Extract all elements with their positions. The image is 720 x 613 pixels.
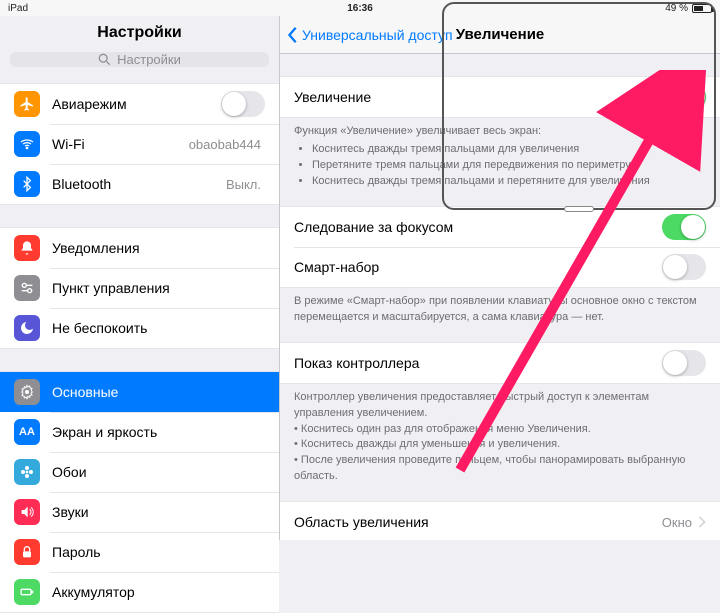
sidebar-item-general[interactable]: Основные bbox=[0, 372, 279, 412]
sidebar-item-battery[interactable]: Аккумулятор bbox=[0, 572, 279, 612]
sidebar-item-sounds[interactable]: Звуки bbox=[0, 492, 279, 532]
search-icon bbox=[98, 53, 111, 66]
row-zoom: Увеличение bbox=[280, 77, 720, 117]
chevron-right-icon bbox=[698, 516, 706, 528]
zoom-toggle[interactable] bbox=[662, 84, 706, 110]
sound-icon bbox=[14, 499, 40, 525]
sidebar-item-label: Экран и яркость bbox=[52, 424, 265, 440]
region-value: Окно bbox=[662, 515, 692, 530]
smart-note: В режиме «Смарт-набор» при появлении кла… bbox=[280, 288, 720, 336]
wifi-network: obaobab444 bbox=[189, 137, 261, 152]
chevron-left-icon bbox=[286, 26, 300, 44]
sidebar-item-label: Bluetooth bbox=[52, 176, 226, 192]
airplane-toggle[interactable] bbox=[221, 91, 265, 117]
sidebar-item-label: Аккумулятор bbox=[52, 584, 265, 600]
battery-icon bbox=[14, 579, 40, 605]
toggles-icon bbox=[14, 275, 40, 301]
sidebar-item-label: Не беспокоить bbox=[52, 320, 265, 336]
sidebar-item-airplane[interactable]: Авиарежим bbox=[0, 84, 279, 124]
sidebar-item-display[interactable]: AA Экран и яркость bbox=[0, 412, 279, 452]
row-follow-focus: Следование за фокусом bbox=[280, 207, 720, 247]
smart-toggle[interactable] bbox=[662, 254, 706, 280]
sidebar-item-label: Звуки bbox=[52, 504, 265, 520]
device-label: iPad bbox=[8, 3, 28, 14]
sidebar-item-passcode[interactable]: Пароль bbox=[0, 532, 279, 572]
wifi-icon bbox=[14, 131, 40, 157]
zoom-description: Функция «Увеличение» увеличивает весь эк… bbox=[280, 118, 720, 200]
row-show-controller: Показ контроллера bbox=[280, 343, 720, 383]
detail-pane: Универсальный доступ Увеличение Увеличен… bbox=[280, 16, 720, 540]
sidebar-item-control-center[interactable]: Пункт управления bbox=[0, 268, 279, 308]
back-label: Универсальный доступ bbox=[302, 27, 453, 43]
bluetooth-status: Выкл. bbox=[226, 177, 261, 192]
sidebar-item-label: Пункт управления bbox=[52, 280, 265, 296]
sidebar-title: Настройки bbox=[0, 16, 279, 52]
sidebar-group-alerts: Уведомления Пункт управления Не беспокои… bbox=[0, 227, 279, 349]
back-button[interactable]: Универсальный доступ bbox=[280, 26, 453, 44]
status-bar: iPad 16:36 49 % bbox=[0, 0, 720, 16]
airplane-icon bbox=[14, 91, 40, 117]
follow-label: Следование за фокусом bbox=[294, 219, 662, 235]
row-smart-typing: Смарт-набор bbox=[280, 247, 720, 287]
sidebar-item-dnd[interactable]: Не беспокоить bbox=[0, 308, 279, 348]
sidebar-item-notifications[interactable]: Уведомления bbox=[0, 228, 279, 268]
detail-header: Универсальный доступ Увеличение bbox=[280, 16, 720, 54]
sidebar-item-label: Уведомления bbox=[52, 240, 265, 256]
sidebar: Настройки Настройки Авиарежим Wi-Fi obao… bbox=[0, 16, 280, 540]
lock-icon bbox=[14, 539, 40, 565]
sidebar-item-wallpaper[interactable]: Обои bbox=[0, 452, 279, 492]
sidebar-item-label: Основные bbox=[52, 384, 265, 400]
sidebar-group-connectivity: Авиарежим Wi-Fi obaobab444 Bluetooth Вык… bbox=[0, 83, 279, 205]
aa-icon: AA bbox=[14, 419, 40, 445]
sidebar-item-label: Wi-Fi bbox=[52, 136, 189, 152]
battery-text: 49 % bbox=[665, 3, 688, 14]
sidebar-item-label: Пароль bbox=[52, 544, 265, 560]
moon-icon bbox=[14, 315, 40, 341]
zoom-label: Увеличение bbox=[294, 89, 662, 105]
sidebar-item-bluetooth[interactable]: Bluetooth Выкл. bbox=[0, 164, 279, 204]
follow-toggle[interactable] bbox=[662, 214, 706, 240]
search-placeholder: Настройки bbox=[117, 52, 181, 67]
bluetooth-icon bbox=[14, 171, 40, 197]
smart-label: Смарт-набор bbox=[294, 259, 662, 275]
flower-icon bbox=[14, 459, 40, 485]
search-input[interactable]: Настройки bbox=[10, 52, 269, 67]
sidebar-item-label: Авиарежим bbox=[52, 96, 221, 112]
region-label: Область увеличения bbox=[294, 514, 662, 530]
row-zoom-region[interactable]: Область увеличения Окно bbox=[280, 502, 720, 540]
gear-icon bbox=[14, 379, 40, 405]
controller-label: Показ контроллера bbox=[294, 355, 662, 371]
bell-icon bbox=[14, 235, 40, 261]
battery-icon bbox=[692, 4, 712, 13]
sidebar-item-wifi[interactable]: Wi-Fi obaobab444 bbox=[0, 124, 279, 164]
clock: 16:36 bbox=[347, 3, 373, 14]
sidebar-group-general: Основные AA Экран и яркость Обои Звуки П… bbox=[0, 371, 279, 613]
sidebar-item-label: Обои bbox=[52, 464, 265, 480]
controller-note: Контроллер увеличения предоставляет быст… bbox=[280, 384, 720, 496]
controller-toggle[interactable] bbox=[662, 350, 706, 376]
